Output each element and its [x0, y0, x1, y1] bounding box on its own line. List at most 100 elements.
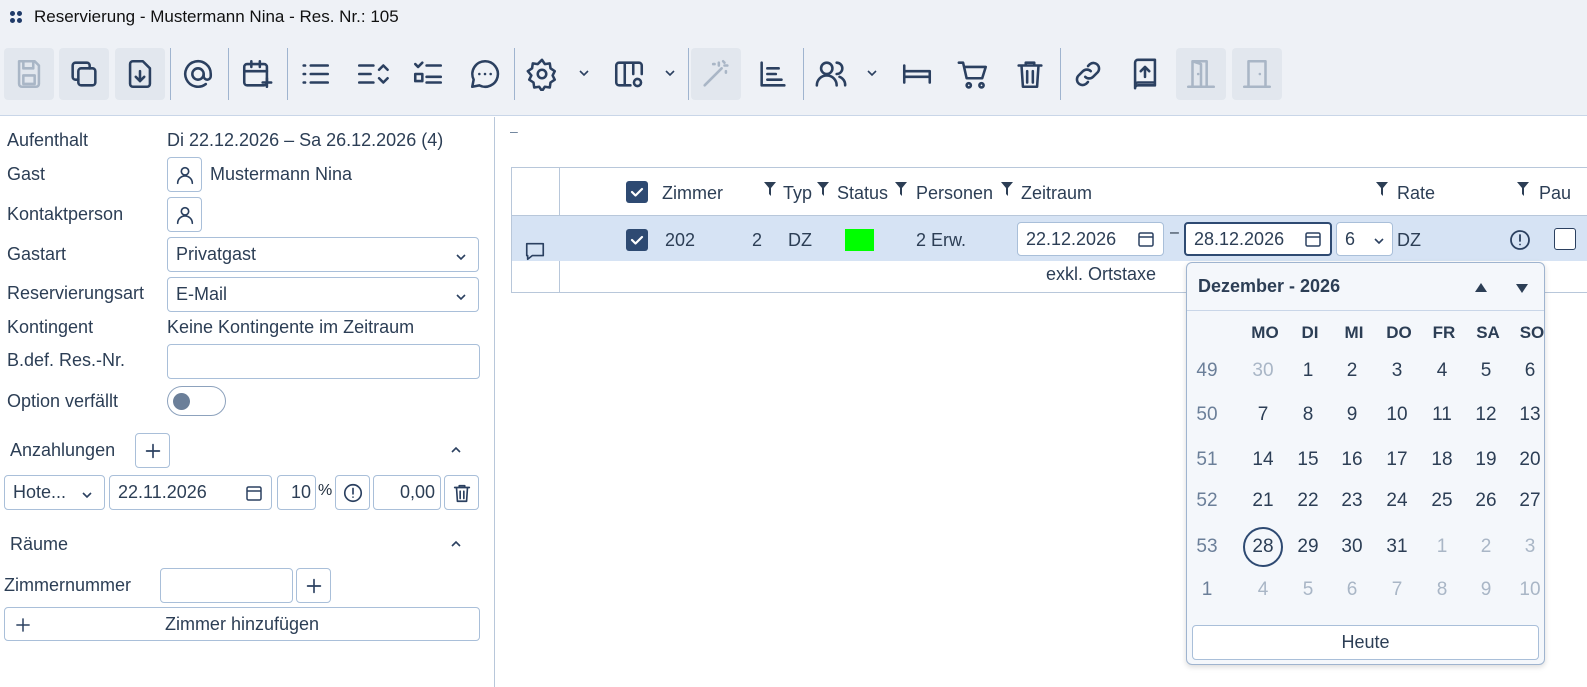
columns-settings-icon[interactable] — [604, 48, 654, 100]
add-zimmernummer-button[interactable] — [296, 568, 331, 603]
chevron-down-icon[interactable] — [865, 64, 879, 78]
door-icon[interactable] — [1232, 48, 1282, 100]
calendar-day[interactable]: 17 — [1377, 440, 1417, 480]
calendar-day[interactable]: 7 — [1377, 570, 1417, 610]
calendar-day[interactable]: 25 — [1422, 481, 1462, 521]
prev-month-icon[interactable] — [1473, 279, 1489, 293]
guest-user-icon[interactable] — [167, 157, 202, 192]
calendar-day[interactable]: 1 — [1288, 351, 1328, 391]
calendar-day[interactable]: 18 — [1422, 440, 1462, 480]
column-header-status[interactable]: Status — [837, 183, 888, 204]
calendar-day[interactable]: 26 — [1466, 481, 1506, 521]
next-month-icon[interactable] — [1514, 279, 1530, 293]
trash-icon[interactable] — [1005, 48, 1055, 100]
today-button[interactable]: Heute — [1192, 625, 1539, 660]
calendar-day[interactable]: 23 — [1332, 481, 1372, 521]
users-icon[interactable] — [806, 48, 856, 100]
calendar-plus-icon[interactable] — [232, 48, 282, 100]
column-header-rate[interactable]: Rate — [1397, 183, 1435, 204]
calendar-day[interactable]: 9 — [1332, 395, 1372, 435]
calendar-day[interactable]: 16 — [1332, 440, 1372, 480]
calendar-icon[interactable] — [245, 484, 263, 502]
calendar-day[interactable]: 15 — [1288, 440, 1328, 480]
calendar-day[interactable]: 19 — [1466, 440, 1506, 480]
chevron-down-icon[interactable] — [663, 64, 677, 78]
row-checkbox[interactable] — [626, 229, 648, 251]
filter-icon[interactable] — [817, 180, 829, 196]
chevron-down-icon[interactable] — [577, 64, 591, 78]
select-all-checkbox[interactable] — [626, 181, 648, 203]
gear-icon[interactable] — [517, 48, 567, 100]
calendar-day[interactable]: 11 — [1422, 395, 1462, 435]
calendar-day[interactable]: 21 — [1243, 481, 1283, 521]
column-header-typ[interactable]: Typ — [783, 183, 812, 204]
download-icon[interactable] — [115, 48, 165, 100]
filter-icon[interactable] — [895, 180, 907, 196]
copy-icon[interactable] — [59, 48, 109, 100]
calendar-day[interactable]: 27 — [1510, 481, 1550, 521]
chat-icon[interactable] — [460, 48, 510, 100]
upload-book-icon[interactable] — [1120, 48, 1170, 100]
calendar-day[interactable]: 8 — [1422, 570, 1462, 610]
calendar-day[interactable]: 6 — [1332, 570, 1372, 610]
sort-list-icon[interactable] — [347, 48, 397, 100]
calendar-day[interactable]: 9 — [1466, 570, 1506, 610]
contact-user-icon[interactable] — [167, 197, 202, 232]
list-icon[interactable] — [290, 48, 340, 100]
calendar-day[interactable]: 4 — [1422, 351, 1462, 391]
nights-select[interactable]: 6 — [1336, 222, 1393, 256]
filter-icon[interactable] — [1376, 180, 1388, 196]
save-icon[interactable] — [4, 48, 54, 100]
bed-icon[interactable] — [892, 48, 942, 100]
door-open-icon[interactable] — [1176, 48, 1226, 100]
reservierungsart-select[interactable]: E-Mail — [167, 277, 479, 312]
anzahlung-percent-input[interactable]: 10 — [277, 475, 316, 510]
calendar-day[interactable]: 22 — [1288, 481, 1328, 521]
collapse-anzahlungen-icon[interactable] — [448, 442, 464, 458]
calendar-day-selected[interactable]: 28 — [1243, 527, 1283, 567]
calendar-day[interactable]: 7 — [1243, 395, 1283, 435]
date-to-input[interactable]: 28.12.2026 — [1184, 222, 1332, 256]
calendar-day[interactable]: 2 — [1332, 351, 1372, 391]
calendar-day[interactable]: 29 — [1288, 527, 1328, 567]
info-icon[interactable] — [335, 475, 370, 510]
calendar-day[interactable]: 14 — [1243, 440, 1283, 480]
filter-icon[interactable] — [1001, 180, 1013, 196]
cart-icon[interactable] — [948, 48, 998, 100]
calendar-day[interactable]: 10 — [1377, 395, 1417, 435]
collapse-raeume-icon[interactable] — [448, 536, 464, 552]
calendar-day[interactable]: 13 — [1510, 395, 1550, 435]
filter-icon[interactable] — [764, 180, 776, 196]
calendar-day[interactable]: 12 — [1466, 395, 1506, 435]
info-icon[interactable] — [1508, 228, 1532, 252]
column-header-pau[interactable]: Pau — [1539, 183, 1571, 204]
calendar-day[interactable]: 30 — [1243, 351, 1283, 391]
column-header-zeitraum[interactable]: Zeitraum — [1021, 183, 1092, 204]
anzahlung-date-input[interactable]: 22.11.2026 — [109, 475, 272, 510]
bdef-res-nr-input[interactable] — [167, 344, 480, 379]
add-room-button[interactable]: Zimmer hinzufügen — [4, 607, 480, 641]
add-anzahlung-button[interactable] — [135, 433, 170, 468]
calendar-day[interactable]: 5 — [1466, 351, 1506, 391]
anzahlung-type-select[interactable]: Hote... — [4, 475, 105, 510]
calendar-day[interactable]: 4 — [1243, 570, 1283, 610]
calendar-day[interactable]: 1 — [1422, 527, 1462, 567]
zimmernummer-input[interactable] — [160, 568, 293, 603]
link-icon[interactable] — [1063, 48, 1113, 100]
calendar-day[interactable]: 3 — [1377, 351, 1417, 391]
calendar-day[interactable]: 8 — [1288, 395, 1328, 435]
comment-icon[interactable] — [524, 240, 546, 262]
gast-value[interactable]: Mustermann Nina — [210, 164, 352, 185]
column-header-zimmer[interactable]: Zimmer — [662, 183, 723, 204]
calendar-icon[interactable] — [1137, 230, 1155, 248]
calendar-day[interactable]: 3 — [1510, 527, 1550, 567]
filter-icon[interactable] — [1517, 180, 1529, 196]
calendar-day[interactable]: 2 — [1466, 527, 1506, 567]
calendar-icon[interactable] — [1304, 230, 1322, 248]
calendar-day[interactable]: 30 — [1332, 527, 1372, 567]
calendar-day[interactable]: 20 — [1510, 440, 1550, 480]
column-header-personen[interactable]: Personen — [916, 183, 993, 204]
delete-anzahlung-trash-icon[interactable] — [444, 475, 479, 510]
chart-icon[interactable] — [748, 48, 798, 100]
checklist-icon[interactable] — [403, 48, 453, 100]
